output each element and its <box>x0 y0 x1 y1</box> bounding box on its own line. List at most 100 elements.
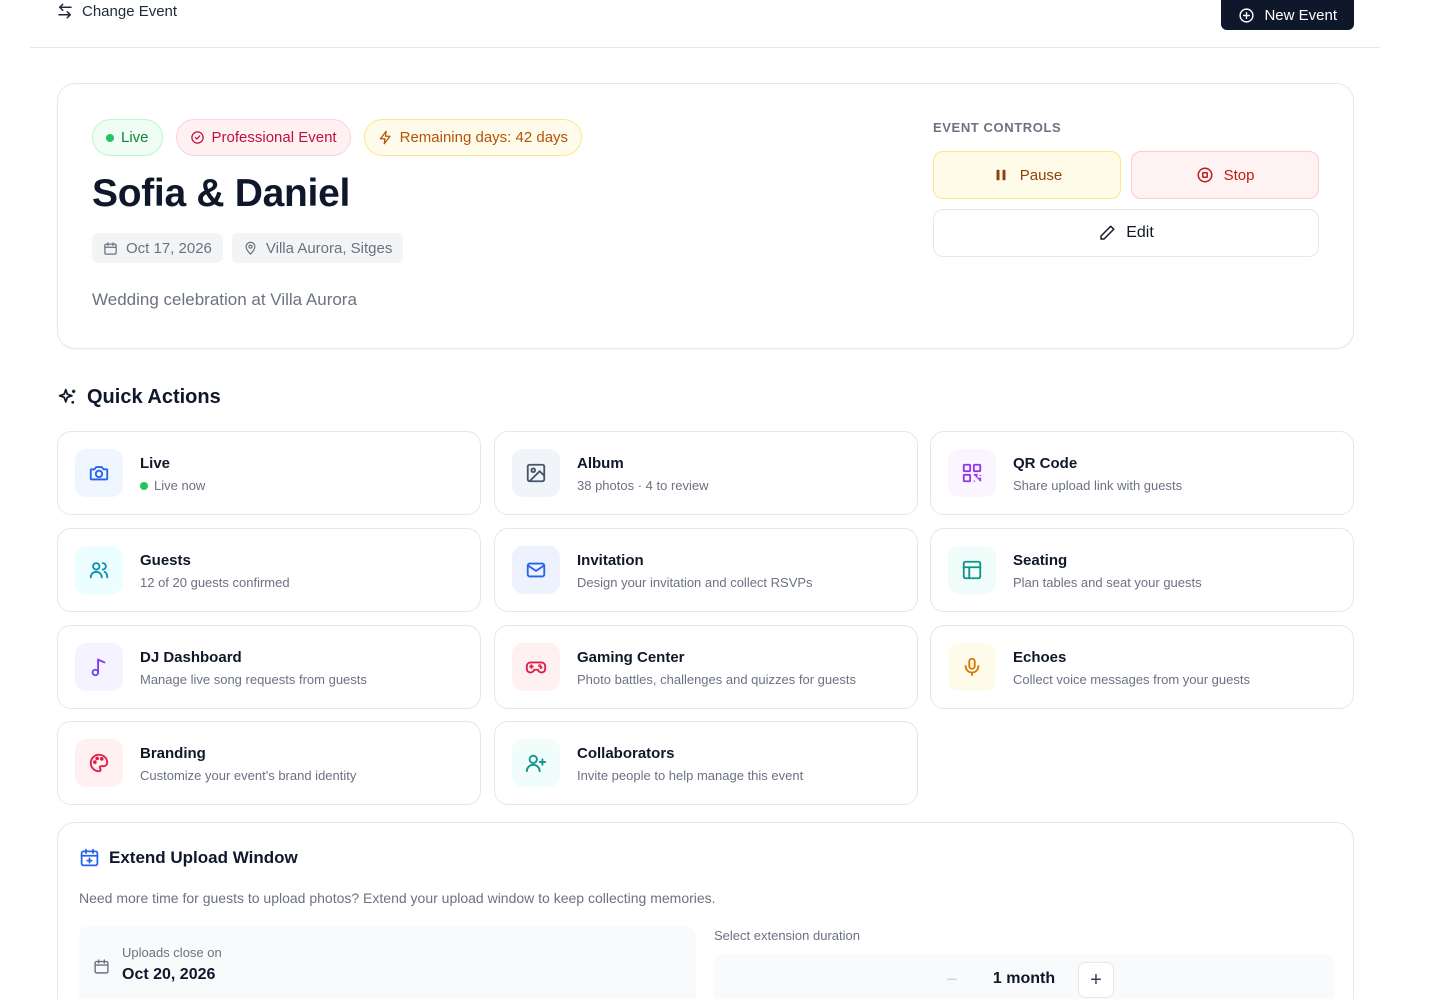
quick-action-subtitle-text: Live now <box>154 478 206 493</box>
event-card: Live Professional Event Remaining days: … <box>57 83 1354 349</box>
quick-action-collaborators[interactable]: Collaborators Invite people to help mana… <box>494 721 918 805</box>
uploads-close-date: Oct 20, 2026 <box>122 966 216 983</box>
quick-action-icon-box <box>75 643 123 691</box>
live-dot-icon <box>140 481 148 490</box>
event-description: Wedding celebration at Villa Aurora <box>92 290 357 309</box>
minus-icon: − <box>946 968 958 991</box>
edit-button[interactable]: Edit <box>933 209 1319 257</box>
quick-action-title: DJ Dashboard <box>140 649 242 666</box>
map-pin-icon <box>245 241 256 255</box>
quick-action-icon-box <box>75 739 123 787</box>
edit-label: Edit <box>1126 224 1154 241</box>
uploads-close-label: Uploads close on <box>122 945 222 960</box>
quick-actions-header: Quick Actions <box>57 386 221 409</box>
event-badges: Live Professional Event Remaining days: … <box>92 119 583 156</box>
extension-duration-stepper: − 1 month + <box>714 954 1334 999</box>
uploads-close-box: Uploads close on Oct 20, 2026 <box>79 926 696 999</box>
event-meta: Oct 17, 2026 Villa Aurora, Sitges <box>92 233 404 263</box>
quick-action-icon-box <box>512 449 560 497</box>
quick-action-icon-box <box>948 643 996 691</box>
quick-action-gaming-center[interactable]: Gaming Center Photo battles, challenges … <box>494 625 918 709</box>
quick-action-subtitle: Photo battles, challenges and quizzes fo… <box>577 672 856 687</box>
quick-action-subtitle: Collect voice messages from your guests <box>1013 672 1250 687</box>
quick-action-subtitle: Design your invitation and collect RSVPs <box>577 575 813 590</box>
extend-upload-description: Need more time for guests to upload phot… <box>79 890 716 906</box>
remaining-days-badge: Remaining days: 42 days <box>363 119 583 156</box>
image-icon <box>526 463 546 483</box>
quick-action-echoes[interactable]: Echoes Collect voice messages from your … <box>930 625 1354 709</box>
event-type-badge: Professional Event <box>175 119 351 156</box>
mic-icon <box>964 657 980 677</box>
quick-action-subtitle: Customize your event's brand identity <box>140 768 357 783</box>
quick-action-icon-box <box>75 449 123 497</box>
new-event-button[interactable]: New Event <box>1221 0 1354 30</box>
users-icon <box>89 562 109 579</box>
quick-action-subtitle: Plan tables and seat your guests <box>1013 575 1202 590</box>
quick-action-subtitle: 12 of 20 guests confirmed <box>140 575 290 590</box>
quick-action-seating[interactable]: Seating Plan tables and seat your guests <box>930 528 1354 612</box>
quick-action-title: Album <box>577 455 624 472</box>
increase-duration-button[interactable]: + <box>1078 962 1114 998</box>
quick-action-album[interactable]: Album 38 photos · 4 to review <box>494 431 918 515</box>
extend-upload-title: Extend Upload Window <box>109 847 298 867</box>
quick-action-subtitle: Live now <box>140 478 205 493</box>
quick-action-title: Gaming Center <box>577 649 685 666</box>
top-bar: Change Event New Event <box>30 0 1380 48</box>
change-event-label: Change Event <box>82 2 178 20</box>
extend-upload-header: Extend Upload Window <box>79 847 298 868</box>
pause-icon <box>996 169 1006 181</box>
quick-action-subtitle: 38 photos · 4 to review <box>577 478 709 493</box>
live-dot-icon <box>106 133 114 142</box>
quick-action-guests[interactable]: Guests 12 of 20 guests confirmed <box>57 528 481 612</box>
quick-action-title: Invitation <box>577 552 644 569</box>
quick-action-icon-box <box>75 546 123 594</box>
live-badge-label: Live <box>121 129 149 146</box>
quick-action-title: Live <box>140 455 171 472</box>
quick-action-dj-dashboard[interactable]: DJ Dashboard Manage live song requests f… <box>57 625 481 709</box>
pencil-icon <box>1100 225 1115 240</box>
quick-action-icon-box <box>948 546 996 594</box>
new-event-label: New Event <box>1264 6 1337 24</box>
calendar-icon <box>94 959 109 974</box>
lightning-icon <box>379 130 391 145</box>
quick-action-icon-box <box>948 449 996 497</box>
palette-icon <box>89 753 109 773</box>
user-plus-icon <box>525 754 547 773</box>
music-icon <box>91 658 106 677</box>
event-type-label: Professional Event <box>211 129 337 146</box>
pause-button[interactable]: Pause <box>933 151 1121 199</box>
event-location-chip: Villa Aurora, Sitges <box>231 233 404 263</box>
calendar-icon <box>104 241 117 255</box>
quick-action-subtitle: Share upload link with guests <box>1013 478 1183 493</box>
quick-action-icon-box <box>512 739 560 787</box>
qr-code-icon <box>962 463 982 483</box>
event-location: Villa Aurora, Sitges <box>265 239 393 257</box>
event-title: Sofia & Daniel <box>92 172 351 215</box>
gamepad-icon <box>525 661 547 674</box>
stop-button[interactable]: Stop <box>1131 151 1319 199</box>
extend-upload-card: Extend Upload Window Need more time for … <box>57 822 1354 999</box>
event-controls-label: EVENT CONTROLS <box>933 120 1062 135</box>
plus-circle-icon <box>1239 7 1255 23</box>
quick-action-qr-code[interactable]: QR Code Share upload link with guests <box>930 431 1354 515</box>
extension-duration-value: 1 month <box>992 970 1056 987</box>
decrease-duration-button[interactable]: − <box>934 962 970 998</box>
quick-action-invitation[interactable]: Invitation Design your invitation and co… <box>494 528 918 612</box>
mail-icon <box>526 562 546 578</box>
stop-label: Stop <box>1223 166 1255 184</box>
quick-action-icon-box <box>512 546 560 594</box>
layout-icon <box>962 560 982 580</box>
live-badge: Live <box>92 119 163 156</box>
quick-action-title: Collaborators <box>577 745 675 762</box>
quick-action-title: QR Code <box>1013 455 1078 472</box>
change-event-button[interactable]: Change Event <box>56 0 177 22</box>
quick-action-branding[interactable]: Branding Customize your event's brand id… <box>57 721 481 805</box>
quick-action-live[interactable]: Live Live now <box>57 431 481 515</box>
camera-icon <box>89 466 109 481</box>
arrows-swap-icon <box>58 3 72 19</box>
stop-circle-icon <box>1197 167 1213 183</box>
remaining-days-label: Remaining days: 42 days <box>399 129 569 146</box>
quick-action-title: Guests <box>140 552 191 569</box>
pause-label: Pause <box>1019 166 1063 184</box>
event-date: Oct 17, 2026 <box>126 239 212 257</box>
